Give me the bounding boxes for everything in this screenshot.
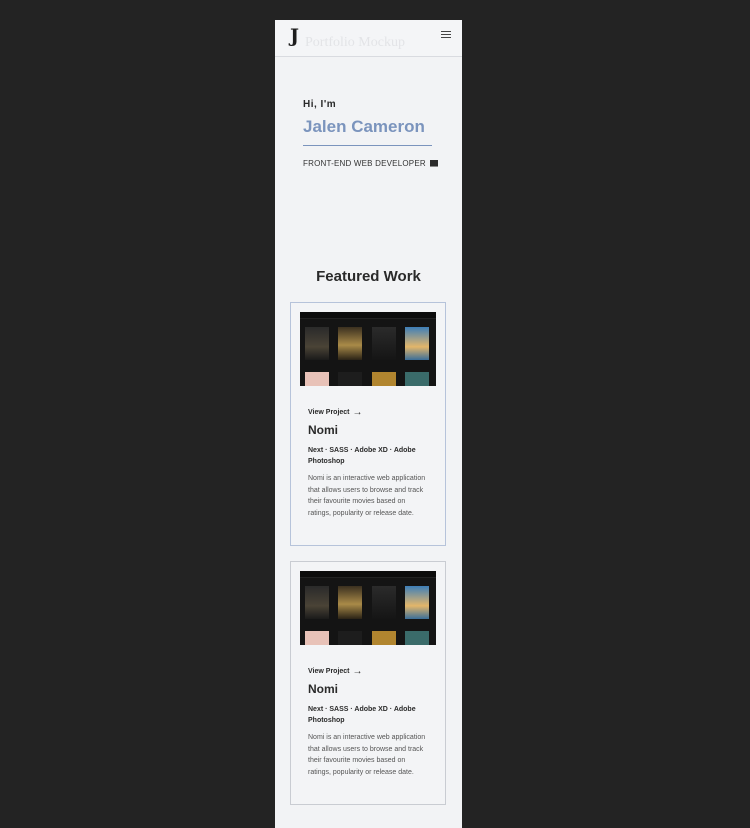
view-project-link[interactable]: View Project → <box>308 407 363 418</box>
project-tech-stack: Next · SASS · Adobe XD · Adobe Photoshop <box>308 706 416 724</box>
project-card: View Project → Nomi Next · SASS · Adobe X… <box>290 302 446 546</box>
view-project-label: View Project <box>308 409 350 416</box>
section-title: Featured Work <box>316 268 421 285</box>
top-navbar: J Portfolio Mockup <box>275 20 462 57</box>
greeting: Hi, I'm <box>303 99 337 110</box>
project-title: Nomi <box>308 423 338 437</box>
project-description: Nomi is an interactive web application t… <box>308 734 426 776</box>
project-screenshot <box>300 312 436 386</box>
hero-name: Jalen Cameron <box>303 117 425 136</box>
mobile-viewport: J Portfolio Mockup Hi, I'm Jalen Cameron… <box>275 20 462 828</box>
project-card: View Project → Nomi Next · SASS · Adobe X… <box>290 561 446 805</box>
laptop-icon <box>429 160 438 167</box>
view-project-link[interactable]: View Project → <box>308 666 363 677</box>
project-screenshot <box>300 571 436 645</box>
project-tech-stack: Next · SASS · Adobe XD · Adobe Photoshop <box>308 447 416 465</box>
project-title: Nomi <box>308 682 338 696</box>
arrow-right-icon: → <box>352 407 363 418</box>
hamburger-menu-icon[interactable] <box>441 31 451 41</box>
logo[interactable]: J <box>290 27 299 46</box>
project-description: Nomi is an interactive web application t… <box>308 475 426 517</box>
role-text: FRONT-END WEB DEVELOPER <box>303 159 438 168</box>
role-label: FRONT-END WEB DEVELOPER <box>303 159 426 168</box>
view-project-label: View Project <box>308 668 350 675</box>
faded-page-title: Portfolio Mockup <box>305 35 405 50</box>
name-underline <box>303 145 432 146</box>
arrow-right-icon: → <box>352 666 363 677</box>
